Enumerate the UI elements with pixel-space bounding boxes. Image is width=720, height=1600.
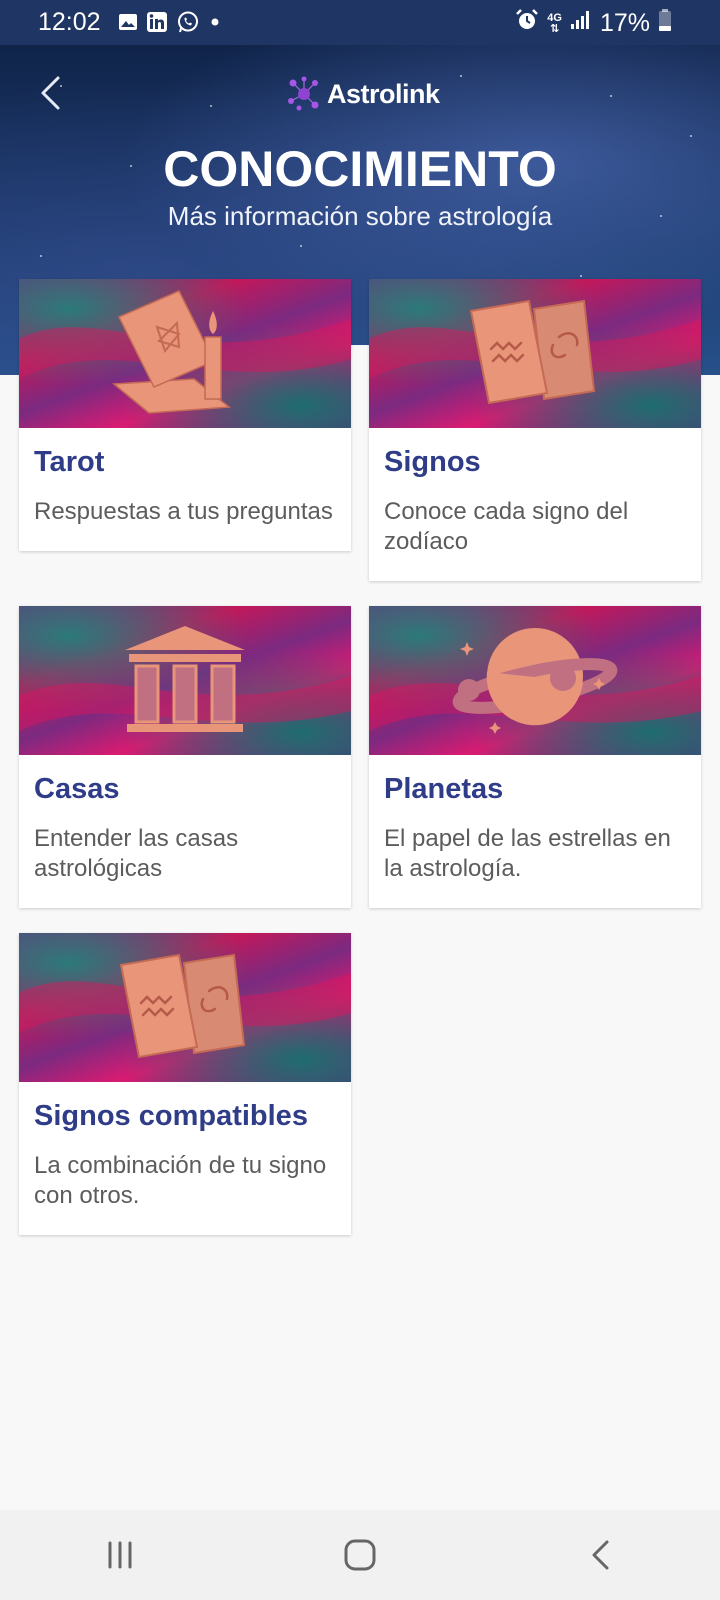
status-bar: 12:02 4G ⇅ 17%: [0, 0, 720, 45]
card-description: El papel de las estrellas en la astrolog…: [384, 825, 671, 882]
chevron-left-icon: [41, 76, 60, 110]
image-icon: [118, 12, 138, 37]
zodiac-cards-icon: [369, 299, 701, 405]
tarot-illustration: [19, 279, 351, 428]
battery-icon: [658, 8, 672, 39]
system-icons: 4G ⇅ 17%: [515, 8, 672, 39]
signos-illustration: [369, 279, 701, 428]
dot-icon: [208, 15, 222, 34]
planetas-illustration: [369, 606, 701, 755]
casas-illustration: [19, 606, 351, 755]
card-title: Planetas: [384, 773, 504, 805]
home-button[interactable]: [320, 1525, 400, 1585]
zodiac-cards-icon: [19, 953, 351, 1059]
card-signos-compatibles[interactable]: Signos compatibles La combinación de tu …: [19, 933, 351, 1235]
card-title: Signos: [384, 446, 481, 478]
tarot-cards-candle-icon: [19, 290, 351, 414]
card-tarot[interactable]: Tarot Respuestas a tus preguntas: [19, 279, 351, 551]
status-time: 12:02: [38, 8, 101, 36]
card-description: Conoce cada signo del zodíaco: [384, 498, 629, 555]
card-casas[interactable]: Casas Entender las casas astrológicas: [19, 606, 351, 908]
card-description: Entender las casas astrológicas: [34, 825, 239, 882]
card-description: Respuestas a tus preguntas: [34, 498, 333, 525]
page-subtitle: Más información sobre astrología: [167, 201, 553, 231]
constellation-logo-icon: [288, 76, 319, 111]
temple-icon: [19, 626, 351, 732]
card-signos[interactable]: Signos Conoce cada signo del zodíaco: [369, 279, 701, 581]
alarm-icon: [515, 8, 539, 39]
page-title: CONOCIMIENTO: [163, 141, 557, 197]
back-icon: [592, 1540, 609, 1570]
card-title: Casas: [34, 773, 120, 805]
recent-apps-icon: [108, 1541, 132, 1569]
signos-compatibles-illustration: [19, 933, 351, 1082]
card-planetas[interactable]: Planetas El papel de las estrellas en la…: [369, 606, 701, 908]
logo-text: Astrolink: [327, 78, 440, 109]
whatsapp-icon: [176, 10, 200, 39]
notification-icons: [118, 10, 222, 39]
astrolink-logo: Astrolink: [285, 75, 440, 113]
network-4g-icon: 4G ⇅: [547, 11, 562, 35]
home-icon: [344, 1539, 376, 1571]
recent-apps-button[interactable]: [80, 1525, 160, 1585]
back-button[interactable]: [30, 73, 70, 113]
back-nav-button[interactable]: [560, 1525, 640, 1585]
card-description: La combinación de tu signo con otros.: [34, 1152, 327, 1209]
planet-icon: [369, 628, 701, 734]
linkedin-icon: [146, 11, 168, 38]
system-nav-bar: [0, 1510, 720, 1600]
battery-percent: 17%: [599, 9, 650, 37]
card-title: Tarot: [34, 446, 105, 478]
signal-icon: [570, 9, 592, 38]
card-title: Signos compatibles: [34, 1100, 308, 1132]
